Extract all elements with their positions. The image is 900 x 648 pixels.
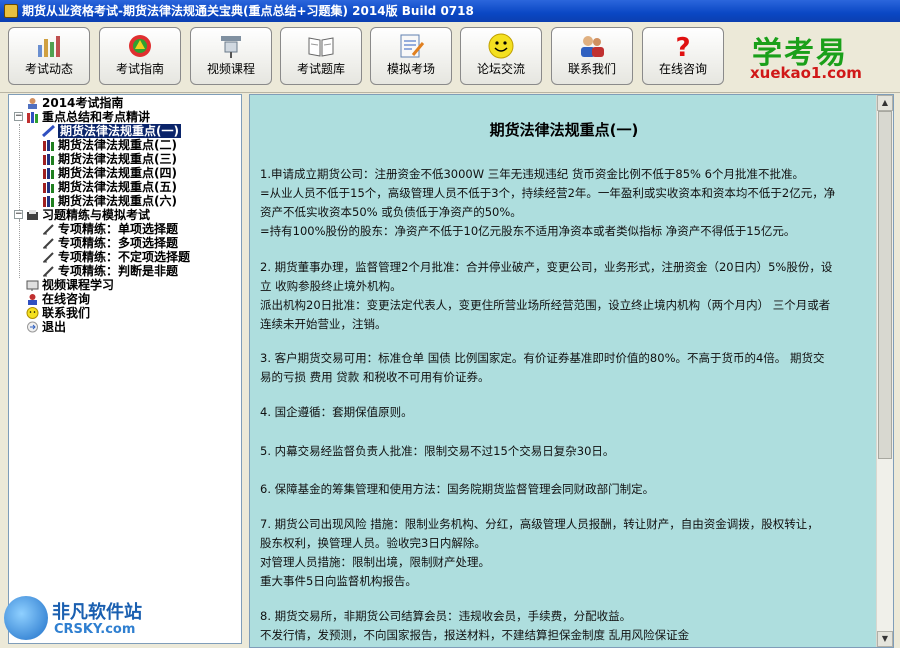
pencil-icon bbox=[42, 223, 55, 235]
exam-news-label: 考试动态 bbox=[24, 62, 73, 76]
bar-chart-icon bbox=[35, 33, 63, 59]
content-paragraph: 7. 期货公司出现风险 措施：限制业务机构、分红，高级管理人员报酬，转让财产，自… bbox=[260, 517, 819, 588]
contact-us-label: 联系我们 bbox=[567, 62, 616, 76]
tree-item-video-course[interactable]: 视频课程学习 bbox=[26, 278, 114, 292]
person-icon bbox=[26, 293, 39, 305]
content-paragraph: 8. 期货交易所，非期货公司结算会员：违规收会员，手续费，分配收益。 不发行情，… bbox=[260, 609, 690, 642]
folder-books-icon bbox=[26, 111, 39, 123]
tree-item-key-points-4[interactable]: 期货法律法规重点(四) bbox=[42, 166, 177, 180]
tree-item-key-points-3[interactable]: 期货法律法规重点(三) bbox=[42, 152, 177, 166]
mock-exam-label: 模拟考场 bbox=[386, 62, 435, 76]
question-bank-label: 考试题库 bbox=[296, 62, 345, 76]
books-icon bbox=[42, 167, 55, 179]
pen-icon bbox=[41, 124, 56, 138]
question-icon: ? bbox=[669, 33, 697, 63]
tree-connector bbox=[19, 124, 20, 222]
books-icon bbox=[42, 195, 55, 207]
tree-item-true-false[interactable]: 专项精练：判断是非题 bbox=[42, 264, 178, 278]
mock-exam-button[interactable]: 模拟考场 bbox=[370, 27, 452, 85]
forum-button[interactable]: 论坛交流 bbox=[460, 27, 542, 85]
tree-item-key-points-1[interactable]: 期货法律法规重点(一) bbox=[41, 124, 181, 138]
scroll-down-arrow-icon[interactable]: ▼ bbox=[877, 631, 893, 647]
folder-books-icon bbox=[26, 209, 39, 221]
exam-news-button[interactable]: 考试动态 bbox=[8, 27, 90, 85]
online-consult-label: 在线咨询 bbox=[658, 62, 707, 76]
people-icon bbox=[578, 33, 606, 59]
watermark-cn-text: 非凡软件站 bbox=[52, 602, 142, 623]
watermark-globe-icon bbox=[4, 596, 48, 640]
content-paragraph: 2. 期货董事办理，监督管理2个月批准：合并停业破产，变更公司，业务形式，注册资… bbox=[260, 260, 833, 331]
book-icon bbox=[307, 33, 335, 59]
exam-guide-label: 考试指南 bbox=[115, 62, 164, 76]
video-course-label: 视频课程 bbox=[206, 62, 255, 76]
watermark-en-text: CRSKY.com bbox=[54, 622, 136, 637]
tree-item-key-points-2[interactable]: 期货法律法规重点(二) bbox=[42, 138, 177, 152]
exam-paper-icon bbox=[397, 33, 425, 59]
tree-item-online-consult[interactable]: 在线咨询 bbox=[26, 292, 90, 306]
tree-item-key-summary[interactable]: 重点总结和考点精讲 bbox=[26, 110, 150, 124]
exam-guide-button[interactable]: 考试指南 bbox=[99, 27, 181, 85]
books-icon bbox=[42, 153, 55, 165]
tree-item-contact-us[interactable]: 联系我们 bbox=[26, 306, 90, 320]
smiley-icon bbox=[487, 33, 515, 59]
contact-us-button[interactable]: 联系我们 bbox=[551, 27, 633, 85]
brand-logo: 学考易 xuekao1.com bbox=[742, 26, 892, 86]
content-title: 期货法律法规重点(一) bbox=[489, 121, 639, 139]
tree-item-key-points-5[interactable]: 期货法律法规重点(五) bbox=[42, 180, 177, 194]
tree-item-multiple-choice[interactable]: 专项精练：多项选择题 bbox=[42, 236, 178, 250]
tree-connector bbox=[19, 220, 20, 278]
tree-item-indefinite-choice[interactable]: 专项精练：不定项选择题 bbox=[42, 250, 190, 264]
pencil-icon bbox=[42, 251, 55, 263]
watermark-logo: 非凡软件站 CRSKY.com bbox=[4, 594, 152, 646]
smiley-icon bbox=[26, 307, 39, 319]
content-panel: 期货法律法规重点(一) 1.申请成立期货公司：注册资金不低3000W 三年无违规… bbox=[249, 94, 894, 648]
tree-item-exam-guide[interactable]: 2014考试指南 bbox=[26, 96, 123, 110]
question-bank-button[interactable]: 考试题库 bbox=[280, 27, 362, 85]
logo-en-text: xuekao1.com bbox=[750, 64, 862, 82]
content-paragraph: 1.申请成立期货公司：注册资金不低3000W 三年无违规违纪 货币资金比例不低于… bbox=[260, 167, 836, 238]
video-icon bbox=[26, 279, 39, 291]
tree-collapse-toggle[interactable]: − bbox=[14, 210, 23, 219]
exit-icon bbox=[26, 321, 39, 333]
content-paragraph: 3. 客户期货交易可用：标准仓单 国债 比例国家定。有价证券基准即时价值的80%… bbox=[260, 351, 825, 384]
tree-item-exercises[interactable]: 习题精练与模拟考试 bbox=[26, 208, 150, 222]
tree-collapse-toggle[interactable]: − bbox=[14, 112, 23, 121]
scroll-up-arrow-icon[interactable]: ▲ bbox=[877, 95, 893, 111]
window-title: 期货从业资格考试-期货法律法规通关宝典(重点总结+习题集) 2014版 Buil… bbox=[22, 4, 474, 18]
content-paragraph: 4. 国企遵循：套期保值原则。 bbox=[260, 405, 413, 419]
books-icon bbox=[42, 181, 55, 193]
tree-item-single-choice[interactable]: 专项精练：单项选择题 bbox=[42, 222, 178, 236]
video-course-button[interactable]: 视频课程 bbox=[190, 27, 272, 85]
app-icon bbox=[4, 4, 18, 18]
online-consult-button[interactable]: ? 在线咨询 bbox=[642, 27, 724, 85]
vertical-scrollbar[interactable]: ▲ ▼ bbox=[876, 95, 893, 647]
svg-text:?: ? bbox=[675, 33, 690, 59]
content-paragraph: 6. 保障基金的筹集管理和使用方法：国务院期货监督管理会同财政部门制定。 bbox=[260, 482, 655, 496]
books-icon bbox=[42, 139, 55, 151]
content-paragraph: 5. 内幕交易经监督负责人批准：限制交易不过15个交易日复杂30日。 bbox=[260, 444, 615, 458]
scrollbar-thumb[interactable] bbox=[878, 111, 892, 459]
forum-label: 论坛交流 bbox=[476, 62, 525, 76]
compass-icon bbox=[126, 33, 154, 59]
tree-item-key-points-6[interactable]: 期货法律法规重点(六) bbox=[42, 194, 177, 208]
tree-item-exit[interactable]: 退出 bbox=[26, 320, 66, 334]
projector-icon bbox=[217, 33, 245, 59]
pencil-icon bbox=[42, 237, 55, 249]
window-titlebar: 期货从业资格考试-期货法律法规通关宝典(重点总结+习题集) 2014版 Buil… bbox=[0, 0, 900, 22]
guide-icon bbox=[26, 97, 39, 109]
pencil-icon bbox=[42, 265, 55, 277]
